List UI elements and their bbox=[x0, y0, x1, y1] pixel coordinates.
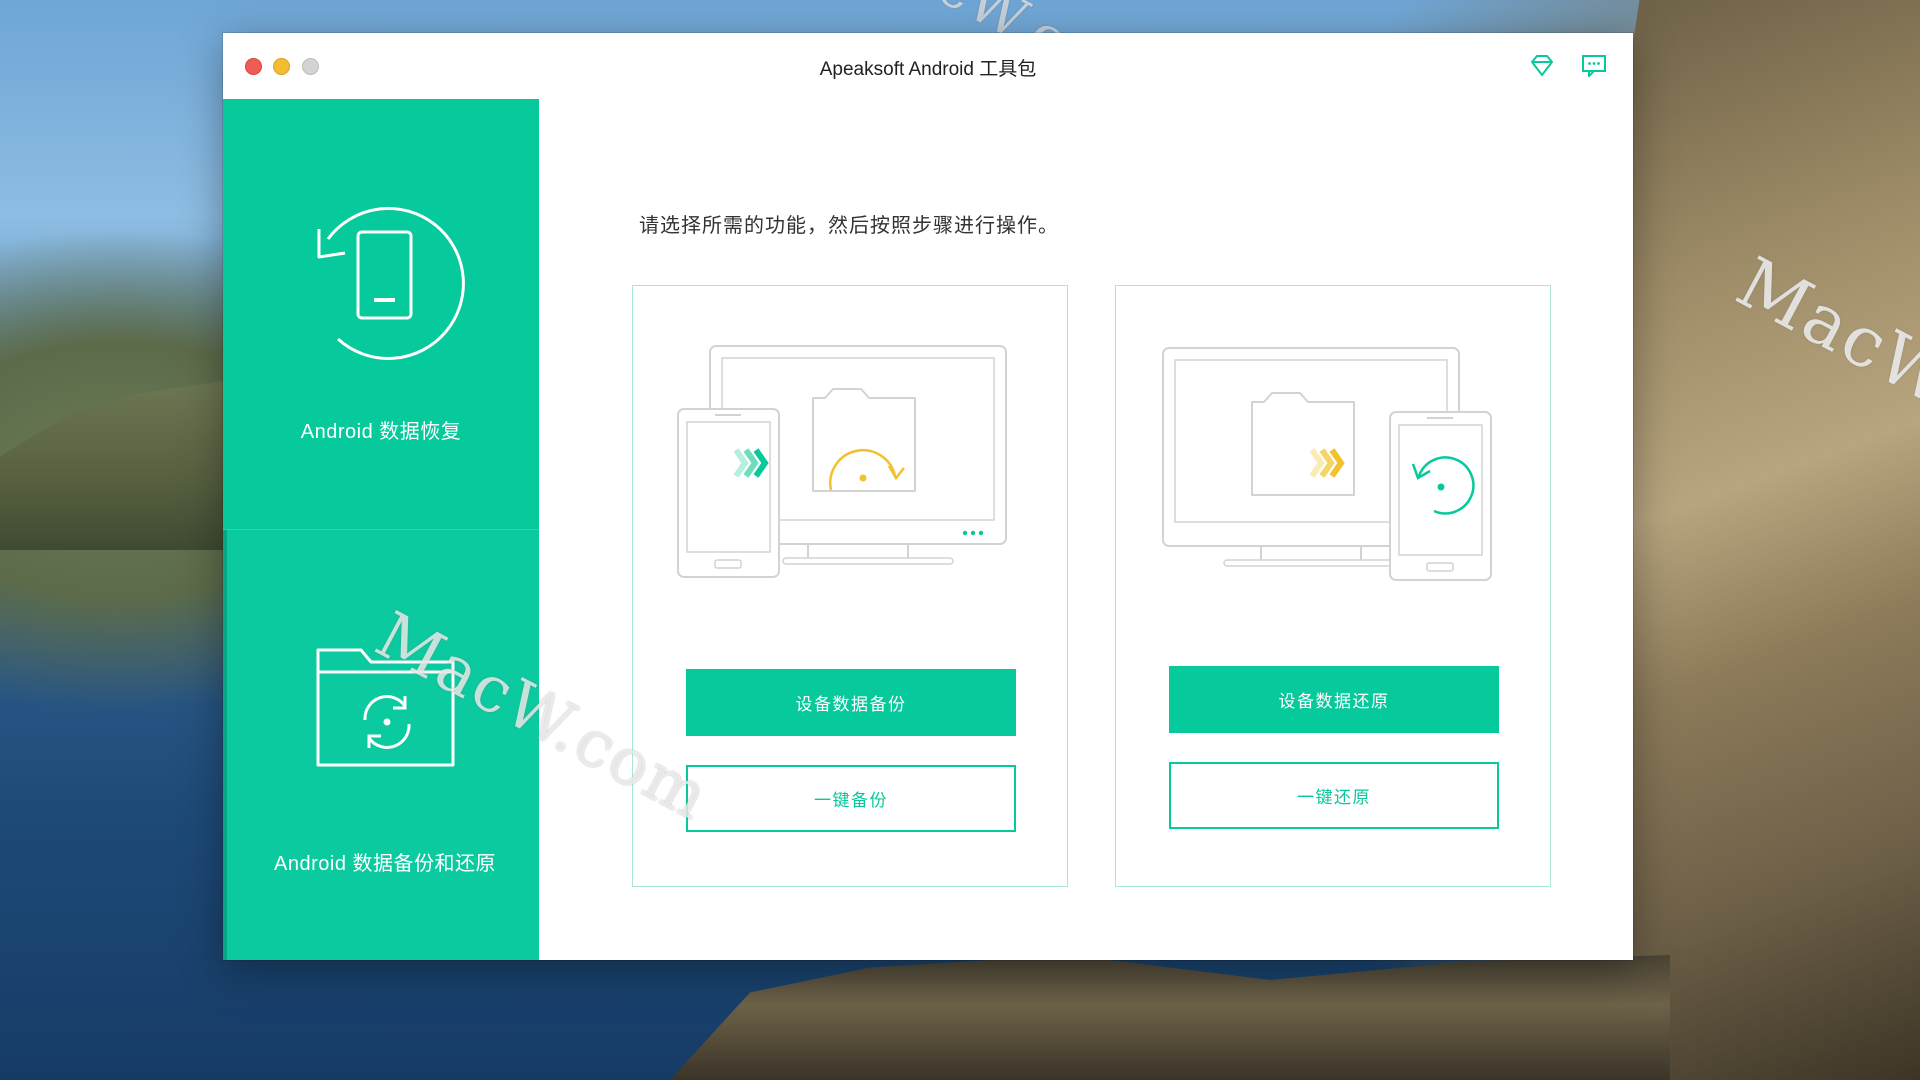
phone-to-computer-backup-illustration bbox=[677, 345, 1007, 578]
title-bar: Apeaksoft Android 工具包 bbox=[223, 33, 1633, 100]
phone-restore-icon bbox=[317, 206, 465, 360]
device-backup-button[interactable]: 设备数据备份 bbox=[686, 669, 1016, 736]
window-title: Apeaksoft Android 工具包 bbox=[819, 59, 1037, 80]
app-window: Apeaksoft Android 工具包 Android 数据恢复 Andro… bbox=[223, 33, 1633, 960]
device-restore-button[interactable]: 设备数据还原 bbox=[1169, 666, 1499, 733]
sidebar-item-data-recovery[interactable]: Android 数据恢复 bbox=[223, 99, 539, 529]
sidebar: Android 数据恢复 Android 数据备份和还原 bbox=[223, 99, 539, 960]
chat-icon[interactable] bbox=[1580, 53, 1608, 79]
main-panel: 请选择所需的功能，然后按照步骤进行操作。 设备数据备份 一键备份 设备数据还原 … bbox=[539, 99, 1633, 960]
sidebar-item-label: Android 数据备份和还原 bbox=[274, 853, 496, 875]
desktop-shore-rocks bbox=[670, 955, 1670, 1080]
computer-to-phone-restore-illustration bbox=[1162, 347, 1492, 581]
desktop-hill bbox=[0, 380, 230, 550]
restore-card: 设备数据还原 一键还原 bbox=[1115, 285, 1551, 887]
sidebar-item-label: Android 数据恢复 bbox=[300, 421, 462, 443]
backup-card: 设备数据备份 一键备份 bbox=[632, 285, 1068, 887]
one-click-restore-button[interactable]: 一键还原 bbox=[1169, 762, 1499, 829]
sidebar-item-backup-restore[interactable]: Android 数据备份和还原 bbox=[223, 530, 539, 960]
diamond-icon[interactable] bbox=[1528, 53, 1556, 79]
instruction-text: 请选择所需的功能，然后按照步骤进行操作。 bbox=[639, 215, 1059, 237]
one-click-backup-button[interactable]: 一键备份 bbox=[686, 765, 1016, 832]
desktop-cliffs bbox=[1590, 0, 1920, 1080]
folder-sync-icon bbox=[316, 648, 455, 767]
